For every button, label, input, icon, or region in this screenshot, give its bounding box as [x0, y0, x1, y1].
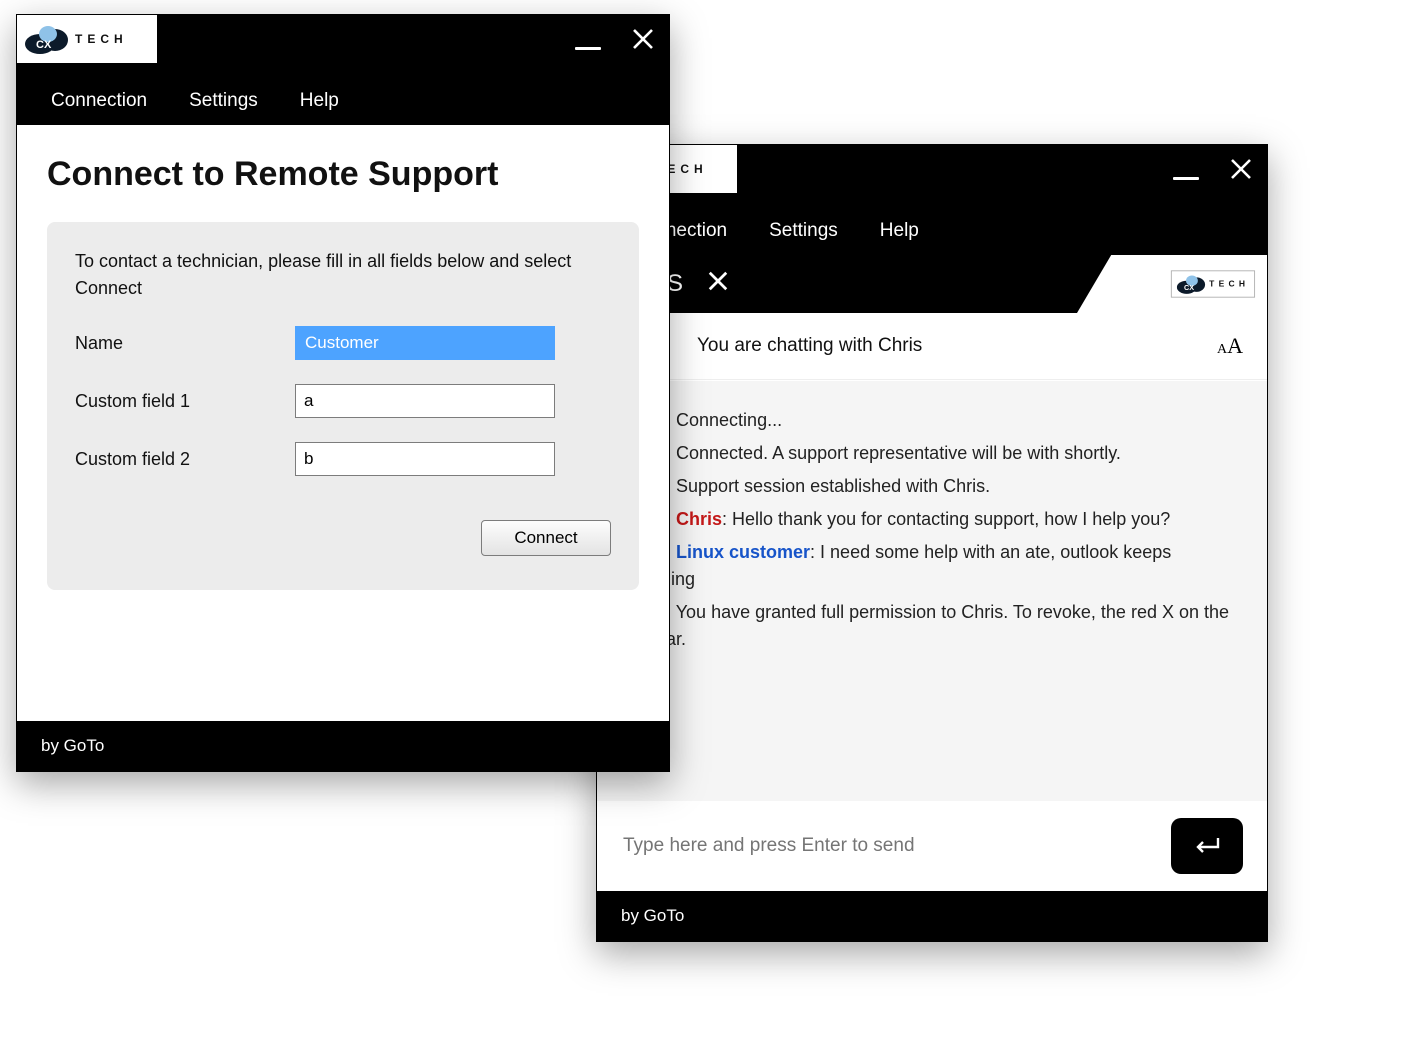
- send-button[interactable]: [1171, 818, 1243, 874]
- name-input[interactable]: [295, 326, 555, 360]
- chat-line: 2 AM Connected. A support representative…: [627, 440, 1237, 467]
- message-text: You have granted full permission to Chri…: [627, 602, 1229, 649]
- message-text: Support session established with Chris.: [676, 476, 990, 496]
- footer: by GoTo: [17, 721, 669, 771]
- chat-header-text: You are chatting with Chris: [697, 335, 922, 356]
- custom2-input[interactable]: [295, 442, 555, 476]
- menu-help[interactable]: Help: [880, 220, 919, 242]
- menu-bar: Connection Settings Help: [17, 77, 339, 125]
- minimize-icon[interactable]: [1173, 177, 1199, 180]
- message-text: Connecting...: [676, 410, 782, 430]
- logo-text: TECH: [1209, 279, 1249, 288]
- chat-header: You are chatting with Chris: [597, 313, 1267, 380]
- brand-logo-small: CX TECH: [1171, 270, 1255, 297]
- chat-line: 2 AM Connecting...: [627, 407, 1237, 434]
- chat-line: 2 AM Chris: Hello thank you for contacti…: [627, 506, 1237, 533]
- page-title: Connect to Remote Support: [47, 155, 639, 194]
- message-text: : Hello thank you for contacting support…: [722, 509, 1170, 529]
- connect-window: CX TECH Connection Settings Help Connect…: [16, 14, 670, 772]
- minimize-icon[interactable]: [575, 47, 601, 50]
- menu-settings[interactable]: Settings: [189, 90, 258, 112]
- menu-settings[interactable]: Settings: [769, 220, 838, 242]
- connect-content: Connect to Remote Support To contact a t…: [17, 125, 669, 590]
- compose-bar: [597, 801, 1267, 891]
- svg-text:CX: CX: [1184, 283, 1194, 292]
- logo-text: TECH: [75, 32, 128, 46]
- title-bar: CX TECH Connection Settings Help: [597, 145, 1267, 255]
- menu-connection[interactable]: Connection: [51, 90, 147, 112]
- customer-name: Linux customer: [676, 542, 810, 562]
- app-logo: CX TECH: [17, 15, 157, 63]
- close-icon[interactable]: [1229, 157, 1253, 186]
- form-panel: To contact a technician, please fill in …: [47, 222, 639, 590]
- title-bar: CX TECH Connection Settings Help: [17, 15, 669, 125]
- menu-help[interactable]: Help: [300, 90, 339, 112]
- close-icon[interactable]: [631, 27, 655, 56]
- custom1-input[interactable]: [295, 384, 555, 418]
- cloud-icon: CX: [25, 24, 69, 54]
- footer-text: by GoTo: [41, 736, 104, 756]
- enter-icon: [1192, 834, 1222, 858]
- name-label: Name: [75, 333, 295, 354]
- custom2-label: Custom field 2: [75, 449, 295, 470]
- chat-line: 2 AM Support session established with Ch…: [627, 473, 1237, 500]
- message-text: Connected. A support representative will…: [676, 443, 1121, 463]
- svg-text:CX: CX: [36, 39, 52, 51]
- footer: by GoTo: [597, 891, 1267, 941]
- chat-line: 3 AM Linux customer: I need some help wi…: [627, 539, 1237, 593]
- chat-line: 3 AM You have granted full permission to…: [627, 599, 1237, 653]
- message-input[interactable]: [621, 834, 1153, 858]
- font-size-icon[interactable]: AA: [1217, 333, 1243, 359]
- instruction-text: To contact a technician, please fill in …: [75, 248, 611, 302]
- connect-button[interactable]: Connect: [481, 520, 611, 556]
- cloud-icon: CX: [1177, 274, 1206, 294]
- footer-text: by GoTo: [621, 906, 684, 926]
- agent-name: Chris: [676, 509, 722, 529]
- custom1-label: Custom field 1: [75, 391, 295, 412]
- session-close-icon[interactable]: [707, 270, 729, 299]
- chat-transcript: 2 AM Connecting... 2 AM Connected. A supp…: [597, 381, 1267, 801]
- chat-window: CX TECH Connection Settings Help S CX TE…: [596, 144, 1268, 942]
